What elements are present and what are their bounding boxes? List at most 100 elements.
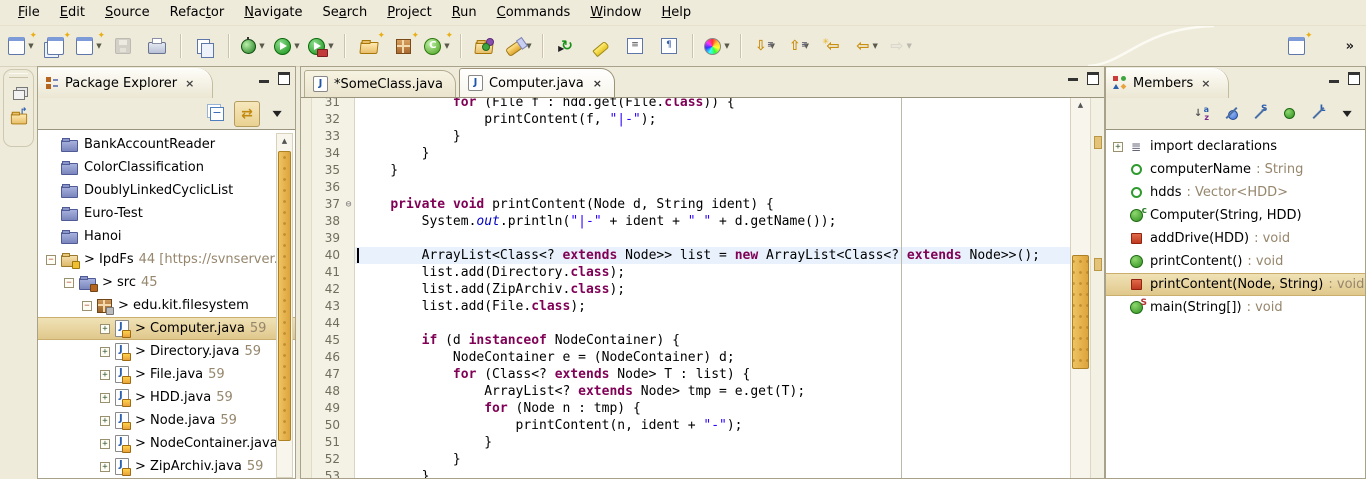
new-package-button[interactable]: ✦ [388,32,418,60]
relaunch-tool-button[interactable]: ↻▶ [552,32,582,60]
restore-views-button[interactable] [8,82,30,104]
tree-item[interactable]: +> Directory.java 59 [38,340,295,363]
editor-tab[interactable]: J*SomeClass.java [304,70,456,97]
code-text[interactable]: for (Class<? extends Node> T : list) { [355,366,1070,383]
menu-file[interactable]: File [8,2,50,23]
fold-marker-icon[interactable]: ⊖ [343,196,355,213]
tree-expander-icon[interactable]: + [100,370,110,380]
package-explorer-tab[interactable]: Package Explorer × [38,68,213,98]
code-text[interactable]: for (File f : hdd.get(File.class)) { [355,98,1070,111]
tree-item[interactable]: +> Node.java 59 [38,409,295,432]
code-line[interactable]: 53 } [312,468,1070,478]
editor-tab[interactable]: JComputer.java× [459,68,615,97]
code-line[interactable]: 45 if (d instanceof NodeContainer) { [312,332,1070,349]
member-item[interactable]: hdds : Vector<HDD> [1106,181,1365,204]
annotation-ruler[interactable] [301,98,312,478]
sort-button[interactable]: az↓ [1190,102,1214,126]
tree-item[interactable]: +> ZipArchiv.java 59 [38,455,295,478]
editor-maximize-button[interactable] [1087,72,1099,85]
tree-item[interactable]: −> src 45 [38,271,295,294]
new-java-project-wizard-button[interactable]: ✦ [354,32,384,60]
minimize-button[interactable] [259,80,269,83]
tree-item[interactable]: Euro-Test [38,202,295,225]
code-line[interactable]: 39 [312,230,1070,247]
previous-annotation-button[interactable]: ⇧≡▼ [784,32,814,60]
tree-item[interactable]: ColorClassification [38,156,295,179]
tree-item[interactable]: −> edu.kit.filesystem [38,294,295,317]
code-line[interactable]: 43 list.add(File.class); [312,298,1070,315]
back-button[interactable]: ⇦▼ [852,32,882,60]
code-line[interactable]: 41 list.add(Directory.class); [312,264,1070,281]
new-java-project-button[interactable]: ✦ [40,32,70,60]
tree-expander-icon[interactable]: − [82,301,92,311]
member-item[interactable]: printContent(Node, String) : void [1106,273,1365,296]
overview-ruler[interactable] [1090,98,1104,478]
menu-source[interactable]: Source [95,2,160,23]
tree-expander-icon[interactable]: + [100,439,110,449]
code-text[interactable]: } [355,145,1070,162]
code-text[interactable]: ArrayList<Class<? extends Node>> list = … [355,247,1070,264]
code-text[interactable]: } [355,468,1070,478]
scroll-up-icon[interactable]: ▲ [277,134,292,148]
close-icon[interactable]: × [1199,77,1212,90]
code-line[interactable]: 51 } [312,434,1070,451]
tree-item[interactable]: BankAccountReader [38,133,295,156]
tree-item[interactable]: +> File.java 59 [38,363,295,386]
menu-run[interactable]: Run [442,2,487,23]
next-annotation-button[interactable]: ⇩≡▼ [750,32,780,60]
color-palette-button[interactable]: ▼ [702,32,732,60]
code-text[interactable]: } [355,451,1070,468]
open-perspective-button[interactable]: ✦ [1282,32,1312,60]
code-text[interactable]: } [355,128,1070,145]
member-item[interactable]: cComputer(String, HDD) [1106,204,1365,227]
view-menu-button[interactable]: ▼ [1335,102,1359,126]
code-text[interactable]: list.add(Directory.class); [355,264,1070,281]
code-line[interactable]: 49 for (Node n : tmp) { [312,400,1070,417]
menu-refactor[interactable]: Refactor [160,2,235,23]
tree-expander-icon[interactable]: + [100,462,110,472]
tree-expander-icon[interactable]: + [100,393,110,403]
code-line[interactable]: 52 } [312,451,1070,468]
code-text[interactable]: } [355,434,1070,451]
code-text[interactable]: list.add(ZipArchiv.class); [355,281,1070,298]
hide-fields-button[interactable] [1219,102,1243,126]
forward-button[interactable]: ⇨▼ [886,32,916,60]
menu-edit[interactable]: Edit [50,2,95,23]
run-button[interactable]: ▼ [272,32,302,60]
code-line[interactable]: 47 for (Class<? extends Node> T : list) … [312,366,1070,383]
print-button[interactable] [142,32,172,60]
tree-item[interactable]: −> IpdFs 44 [https://svnserver.i [38,248,295,271]
members-tab[interactable]: Members × [1106,68,1229,98]
maximize-button[interactable] [278,72,290,85]
package-explorer-scrollbar[interactable]: ▲ [276,133,293,478]
debug-button[interactable]: ▼ [238,32,268,60]
code-line[interactable]: 34 } [312,145,1070,162]
tree-expander-icon[interactable]: + [100,416,110,426]
copy-windows-button[interactable] [190,32,220,60]
show-whitespace-button[interactable]: ¶ [654,32,684,60]
member-item[interactable]: computerName : String [1106,158,1365,181]
code-line[interactable]: 31 for (File f : hdd.get(File.class)) { [312,98,1070,111]
new-class-button[interactable]: C✦▼ [422,32,452,60]
code-text[interactable]: } [355,162,1070,179]
new-wizard-other-button[interactable]: ✦▼ [74,32,104,60]
scrollbar-thumb[interactable] [278,151,291,441]
code-text[interactable]: for (Node n : tmp) { [355,400,1070,417]
menu-project[interactable]: Project [377,2,442,23]
save-button[interactable] [108,32,138,60]
editor-scroll-up-icon[interactable]: ▲ [1071,98,1090,112]
mark-occurrences-button[interactable] [586,32,616,60]
open-type-button[interactable] [470,32,500,60]
last-edit-location-button[interactable]: ✳⇦ [818,32,848,60]
overview-mark[interactable] [1094,258,1102,271]
tree-expander-icon[interactable]: + [100,347,110,357]
code-line[interactable]: 37⊖ private void printContent(Node d, St… [312,196,1070,213]
code-text[interactable]: if (d instanceof NodeContainer) { [355,332,1070,349]
show-selected-element-button[interactable]: ≡ [620,32,650,60]
members-maximize-button[interactable] [1348,72,1360,85]
member-item[interactable]: Smain(String[]) : void [1106,296,1365,319]
view-menu-button[interactable]: ▼ [265,102,289,126]
tree-item[interactable]: Hanoi [38,225,295,248]
overview-mark[interactable] [1094,136,1102,149]
menu-search[interactable]: Search [313,2,378,23]
